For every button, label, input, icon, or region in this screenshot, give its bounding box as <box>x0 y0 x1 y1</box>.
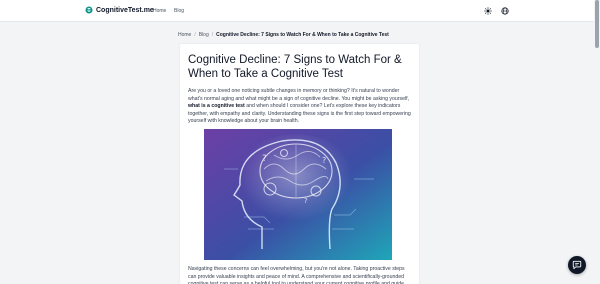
brand-logo[interactable]: CognitiveTest.me <box>85 6 154 14</box>
globe-icon <box>500 6 509 15</box>
top-navbar: CognitiveTest.me Home Blog <box>0 0 600 22</box>
nav-home-link[interactable]: Home <box>153 8 166 14</box>
article-title: Cognitive Decline: 7 Signs to Watch For … <box>188 54 402 80</box>
nav-blog-link[interactable]: Blog <box>174 8 184 14</box>
language-button[interactable] <box>500 6 509 15</box>
chat-icon <box>572 260 582 270</box>
breadcrumb-home[interactable]: Home <box>178 32 191 38</box>
hero-image: ? ? ? <box>204 129 392 260</box>
scrollbar-thumb[interactable] <box>595 0 599 48</box>
svg-text:?: ? <box>304 197 308 205</box>
chat-button[interactable] <box>568 256 586 274</box>
brand-name: CognitiveTest.me <box>96 6 154 14</box>
svg-text:?: ? <box>262 154 267 164</box>
intro-text-1: Are you or a loved one noticing subtle c… <box>188 88 410 102</box>
breadcrumb: Home / Blog / Cognitive Decline: 7 Signs to … <box>178 32 389 38</box>
theme-toggle-button[interactable] <box>483 6 492 15</box>
breadcrumb-separator: / <box>194 32 196 38</box>
article-intro: Are you or a loved one noticing subtle c… <box>188 88 414 126</box>
breadcrumb-current: Cognitive Decline: 7 Signs to Watch For … <box>216 32 389 38</box>
sun-icon <box>483 6 492 15</box>
brain-icon <box>85 6 93 14</box>
intro-bold-link: what is a cognitive test <box>188 103 245 110</box>
svg-text:?: ? <box>322 156 326 165</box>
article-paragraph-2: Navigating these concerns can feel overw… <box>188 266 405 284</box>
brain-illustration: ? ? ? <box>204 129 392 260</box>
breadcrumb-blog[interactable]: Blog <box>199 32 209 38</box>
breadcrumb-separator: / <box>211 32 214 38</box>
